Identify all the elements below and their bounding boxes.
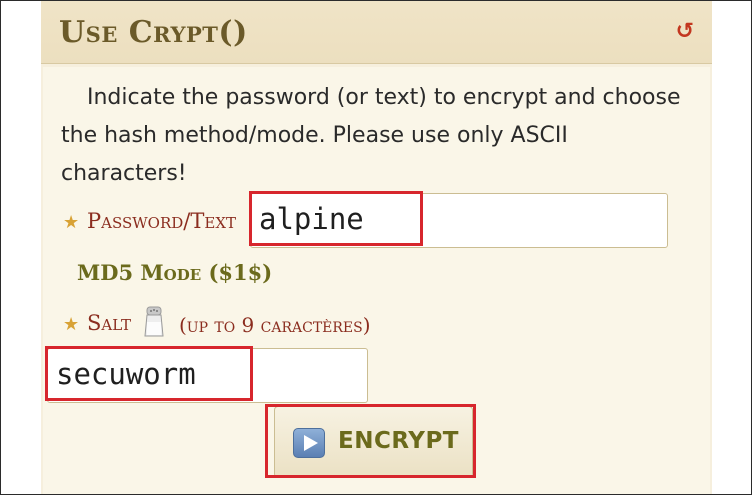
panel-header: Use Crypt() ↺: [41, 1, 712, 64]
salt-highlight-box: [45, 346, 253, 401]
password-highlight-box: [249, 191, 423, 246]
salt-label: Salt: [87, 311, 131, 335]
encrypt-highlight-box: [265, 404, 476, 478]
salt-shaker-icon: [144, 306, 164, 337]
password-label: Password/Text: [87, 209, 237, 233]
intro-text: Indicate the password (or text) to encry…: [61, 85, 681, 186]
salt-length-note: (up to 9 caractères): [179, 313, 371, 337]
screenshot-frame: Use Crypt() ↺ Indicate the password (or …: [0, 0, 752, 495]
refresh-icon[interactable]: ↺: [676, 21, 694, 43]
md5-mode-label: MD5 Mode ($1$): [77, 260, 273, 285]
required-star-icon: ★: [63, 212, 80, 233]
crypt-panel: Use Crypt() ↺ Indicate the password (or …: [41, 1, 712, 494]
panel-content: Indicate the password (or text) to encry…: [43, 67, 710, 494]
required-star-icon: ★: [63, 314, 80, 335]
panel-title: Use Crypt(): [59, 15, 248, 50]
